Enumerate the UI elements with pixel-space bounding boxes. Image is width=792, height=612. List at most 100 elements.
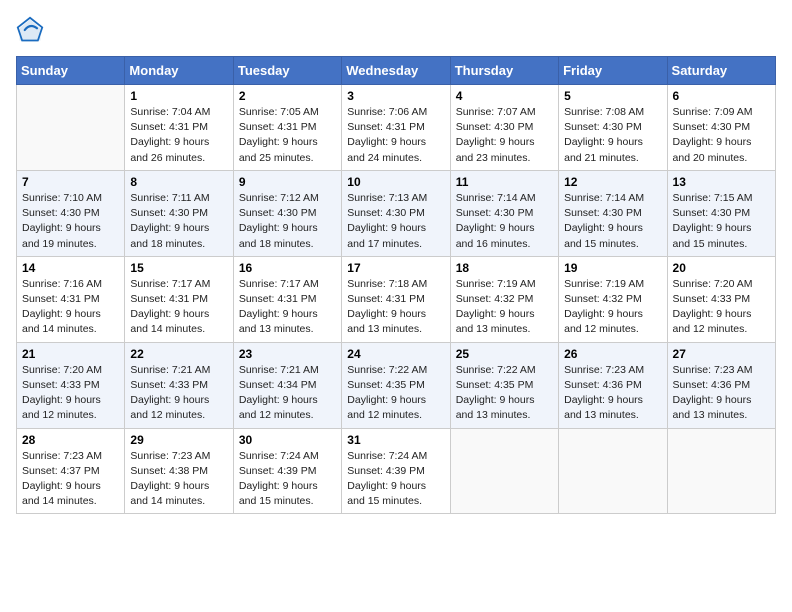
day-detail: Sunrise: 7:21 AMSunset: 4:33 PMDaylight:… (130, 363, 227, 424)
day-number: 28 (22, 433, 119, 447)
calendar-cell (17, 85, 125, 171)
day-number: 11 (456, 175, 553, 189)
day-detail: Sunrise: 7:24 AMSunset: 4:39 PMDaylight:… (347, 449, 444, 510)
day-detail: Sunrise: 7:22 AMSunset: 4:35 PMDaylight:… (456, 363, 553, 424)
calendar-cell: 27 Sunrise: 7:23 AMSunset: 4:36 PMDayligh… (667, 342, 775, 428)
calendar-cell: 13 Sunrise: 7:15 AMSunset: 4:30 PMDayligh… (667, 170, 775, 256)
day-detail: Sunrise: 7:13 AMSunset: 4:30 PMDaylight:… (347, 191, 444, 252)
day-detail: Sunrise: 7:23 AMSunset: 4:36 PMDaylight:… (564, 363, 661, 424)
day-number: 15 (130, 261, 227, 275)
calendar-cell: 17 Sunrise: 7:18 AMSunset: 4:31 PMDayligh… (342, 256, 450, 342)
calendar-week-row: 28 Sunrise: 7:23 AMSunset: 4:37 PMDayligh… (17, 428, 776, 514)
calendar-cell: 11 Sunrise: 7:14 AMSunset: 4:30 PMDayligh… (450, 170, 558, 256)
day-detail: Sunrise: 7:24 AMSunset: 4:39 PMDaylight:… (239, 449, 336, 510)
day-detail: Sunrise: 7:22 AMSunset: 4:35 PMDaylight:… (347, 363, 444, 424)
day-number: 2 (239, 89, 336, 103)
day-number: 7 (22, 175, 119, 189)
day-detail: Sunrise: 7:20 AMSunset: 4:33 PMDaylight:… (673, 277, 770, 338)
day-number: 10 (347, 175, 444, 189)
day-number: 19 (564, 261, 661, 275)
day-number: 20 (673, 261, 770, 275)
day-detail: Sunrise: 7:17 AMSunset: 4:31 PMDaylight:… (130, 277, 227, 338)
calendar-cell (450, 428, 558, 514)
calendar-cell: 25 Sunrise: 7:22 AMSunset: 4:35 PMDayligh… (450, 342, 558, 428)
day-of-week-header: Sunday (17, 57, 125, 85)
calendar-header-row: SundayMondayTuesdayWednesdayThursdayFrid… (17, 57, 776, 85)
day-number: 9 (239, 175, 336, 189)
day-number: 25 (456, 347, 553, 361)
day-number: 24 (347, 347, 444, 361)
calendar-cell: 2Sunrise: 7:05 AMSunset: 4:31 PMDaylight… (233, 85, 341, 171)
calendar-cell: 7Sunrise: 7:10 AMSunset: 4:30 PMDaylight… (17, 170, 125, 256)
day-number: 23 (239, 347, 336, 361)
calendar-cell (559, 428, 667, 514)
day-number: 21 (22, 347, 119, 361)
day-detail: Sunrise: 7:09 AMSunset: 4:30 PMDaylight:… (673, 105, 770, 166)
day-detail: Sunrise: 7:07 AMSunset: 4:30 PMDaylight:… (456, 105, 553, 166)
day-detail: Sunrise: 7:21 AMSunset: 4:34 PMDaylight:… (239, 363, 336, 424)
calendar-cell: 1 Sunrise: 7:04 AMSunset: 4:31 PMDaylight… (125, 85, 233, 171)
calendar-cell: 4 Sunrise: 7:07 AMSunset: 4:30 PMDaylight… (450, 85, 558, 171)
calendar-cell: 6Sunrise: 7:09 AMSunset: 4:30 PMDaylight… (667, 85, 775, 171)
calendar-cell: 9 Sunrise: 7:12 AMSunset: 4:30 PMDaylight… (233, 170, 341, 256)
day-number: 3 (347, 89, 444, 103)
day-of-week-header: Tuesday (233, 57, 341, 85)
day-detail: Sunrise: 7:19 AMSunset: 4:32 PMDaylight:… (564, 277, 661, 338)
day-number: 12 (564, 175, 661, 189)
day-of-week-header: Saturday (667, 57, 775, 85)
day-of-week-header: Thursday (450, 57, 558, 85)
calendar-cell: 14 Sunrise: 7:16 AMSunset: 4:31 PMDayligh… (17, 256, 125, 342)
day-detail: Sunrise: 7:18 AMSunset: 4:31 PMDaylight:… (347, 277, 444, 338)
day-number: 27 (673, 347, 770, 361)
calendar-cell (667, 428, 775, 514)
day-number: 30 (239, 433, 336, 447)
day-number: 14 (22, 261, 119, 275)
day-detail: Sunrise: 7:20 AMSunset: 4:33 PMDaylight:… (22, 363, 119, 424)
day-detail: Sunrise: 7:23 AMSunset: 4:38 PMDaylight:… (130, 449, 227, 510)
calendar-cell: 26 Sunrise: 7:23 AMSunset: 4:36 PMDayligh… (559, 342, 667, 428)
day-detail: Sunrise: 7:16 AMSunset: 4:31 PMDaylight:… (22, 277, 119, 338)
day-detail: Sunrise: 7:11 AMSunset: 4:30 PMDaylight:… (130, 191, 227, 252)
day-detail: Sunrise: 7:04 AMSunset: 4:31 PMDaylight:… (130, 105, 227, 166)
day-number: 16 (239, 261, 336, 275)
day-detail: Sunrise: 7:14 AMSunset: 4:30 PMDaylight:… (456, 191, 553, 252)
calendar-cell: 20 Sunrise: 7:20 AMSunset: 4:33 PMDayligh… (667, 256, 775, 342)
calendar-week-row: 14 Sunrise: 7:16 AMSunset: 4:31 PMDayligh… (17, 256, 776, 342)
calendar-cell: 31 Sunrise: 7:24 AMSunset: 4:39 PMDayligh… (342, 428, 450, 514)
day-number: 31 (347, 433, 444, 447)
day-detail: Sunrise: 7:19 AMSunset: 4:32 PMDaylight:… (456, 277, 553, 338)
day-detail: Sunrise: 7:15 AMSunset: 4:30 PMDaylight:… (673, 191, 770, 252)
day-detail: Sunrise: 7:17 AMSunset: 4:31 PMDaylight:… (239, 277, 336, 338)
day-number: 5 (564, 89, 661, 103)
day-detail: Sunrise: 7:12 AMSunset: 4:30 PMDaylight:… (239, 191, 336, 252)
calendar-cell: 21 Sunrise: 7:20 AMSunset: 4:33 PMDayligh… (17, 342, 125, 428)
calendar-cell: 24 Sunrise: 7:22 AMSunset: 4:35 PMDayligh… (342, 342, 450, 428)
calendar-week-row: 21 Sunrise: 7:20 AMSunset: 4:33 PMDayligh… (17, 342, 776, 428)
logo (16, 16, 48, 44)
day-detail: Sunrise: 7:14 AMSunset: 4:30 PMDaylight:… (564, 191, 661, 252)
day-of-week-header: Wednesday (342, 57, 450, 85)
calendar-cell: 12 Sunrise: 7:14 AMSunset: 4:30 PMDayligh… (559, 170, 667, 256)
day-detail: Sunrise: 7:23 AMSunset: 4:37 PMDaylight:… (22, 449, 119, 510)
day-of-week-header: Friday (559, 57, 667, 85)
day-number: 13 (673, 175, 770, 189)
calendar-cell: 23 Sunrise: 7:21 AMSunset: 4:34 PMDayligh… (233, 342, 341, 428)
day-detail: Sunrise: 7:23 AMSunset: 4:36 PMDaylight:… (673, 363, 770, 424)
calendar-cell: 30 Sunrise: 7:24 AMSunset: 4:39 PMDayligh… (233, 428, 341, 514)
day-number: 29 (130, 433, 227, 447)
logo-icon (16, 16, 44, 44)
calendar-cell: 16 Sunrise: 7:17 AMSunset: 4:31 PMDayligh… (233, 256, 341, 342)
calendar-cell: 19 Sunrise: 7:19 AMSunset: 4:32 PMDayligh… (559, 256, 667, 342)
header (16, 16, 776, 44)
day-number: 17 (347, 261, 444, 275)
calendar-cell: 29 Sunrise: 7:23 AMSunset: 4:38 PMDayligh… (125, 428, 233, 514)
calendar-cell: 28 Sunrise: 7:23 AMSunset: 4:37 PMDayligh… (17, 428, 125, 514)
day-number: 26 (564, 347, 661, 361)
day-number: 1 (130, 89, 227, 103)
calendar-table: SundayMondayTuesdayWednesdayThursdayFrid… (16, 56, 776, 514)
day-number: 8 (130, 175, 227, 189)
day-number: 4 (456, 89, 553, 103)
calendar-cell: 18Sunrise: 7:19 AMSunset: 4:32 PMDayligh… (450, 256, 558, 342)
calendar-cell: 8 Sunrise: 7:11 AMSunset: 4:30 PMDaylight… (125, 170, 233, 256)
calendar-cell: 15 Sunrise: 7:17 AMSunset: 4:31 PMDayligh… (125, 256, 233, 342)
